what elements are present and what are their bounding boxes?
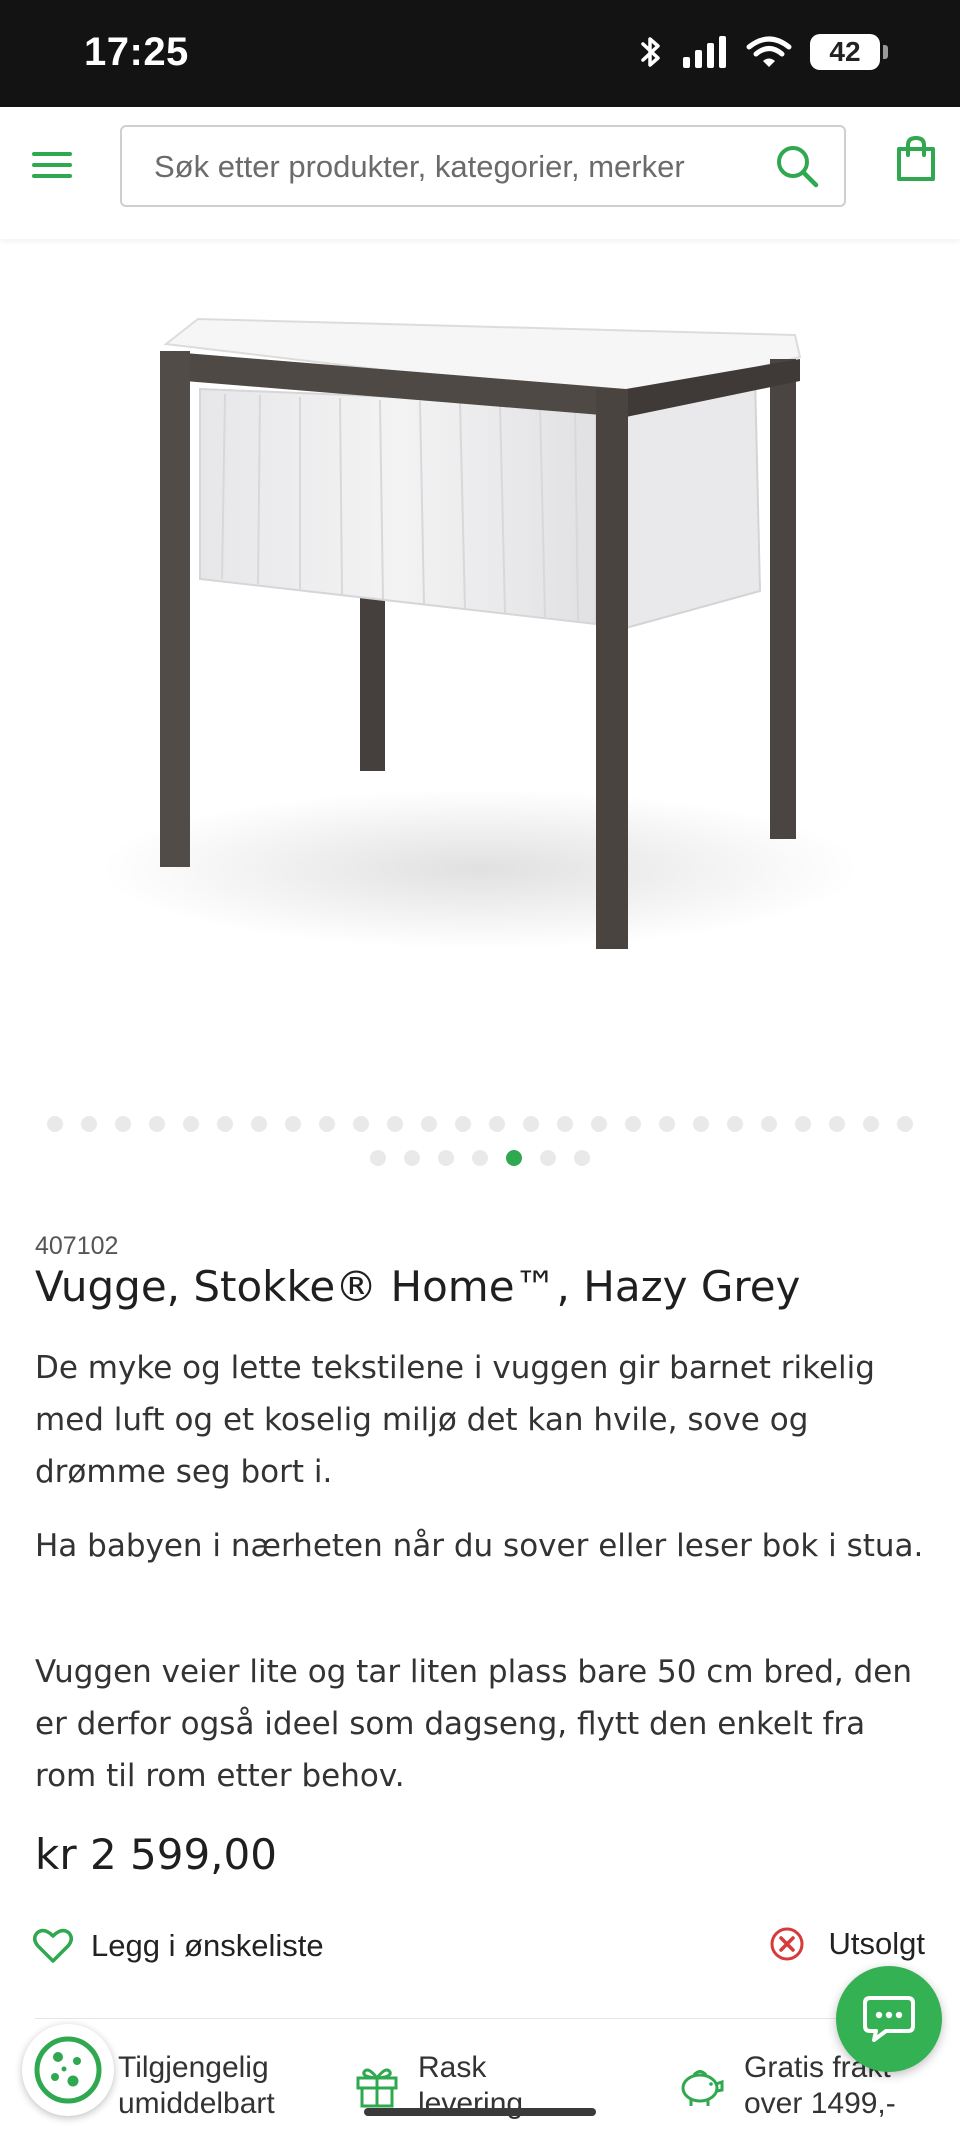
cookie-settings-button[interactable] [22,2024,114,2116]
gallery-dot[interactable] [829,1116,845,1132]
search-input[interactable] [152,127,756,207]
gallery-dot[interactable] [761,1116,777,1132]
shopping-bag-icon[interactable] [894,135,938,183]
gallery-dot[interactable] [183,1116,199,1132]
wishlist-button[interactable]: Legg i ønskeliste [33,1924,324,1968]
wishlist-label: Legg i ønskeliste [91,1928,324,1963]
gallery-dot[interactable] [370,1150,386,1166]
gallery-dot[interactable] [319,1116,335,1132]
gallery-dot[interactable] [81,1116,97,1132]
gallery-dot[interactable] [897,1116,913,1132]
wifi-icon [746,36,792,67]
stock-status: Utsolgt [769,1922,925,1966]
gallery-dot[interactable] [47,1116,63,1132]
bluetooth-icon [641,37,660,67]
gallery-dot[interactable] [404,1150,420,1166]
product-description-3: Vuggen veier lite og tar liten plass bar… [35,1654,912,1794]
gallery-dot[interactable] [557,1116,573,1132]
signal-icon [683,36,726,68]
product-title: Vugge, Stokke® Home™, Hazy Grey [35,1262,801,1311]
chat-icon [863,1996,915,2042]
divider [35,2018,925,2019]
status-time: 17:25 [84,30,189,74]
gallery-dot[interactable] [421,1116,437,1132]
gallery-dot[interactable] [727,1116,743,1132]
gallery-dot[interactable] [149,1116,165,1132]
out-of-stock-icon [770,1927,804,1961]
gallery-dot[interactable] [659,1116,675,1132]
status-bar: 17:25 42 [0,0,960,107]
gallery-dot[interactable] [438,1150,454,1166]
gallery-dot[interactable] [540,1150,556,1166]
stock-status-label: Utsolgt [828,1926,925,1961]
gallery-dot[interactable] [574,1150,590,1166]
battery-indicator: 42 [810,34,888,70]
gallery-dot[interactable] [353,1116,369,1132]
gallery-dot[interactable] [489,1116,505,1132]
usp-available-text: Tilgjengelig umiddelbart [118,2051,275,2120]
heart-icon [33,1928,73,1963]
gallery-dot[interactable] [523,1116,539,1132]
gallery-dot[interactable] [506,1150,522,1166]
product-price: kr 2 599,00 [35,1830,277,1879]
gallery-dot[interactable] [285,1116,301,1132]
gallery-dot[interactable] [472,1150,488,1166]
app-header [0,107,960,239]
gallery-dots-row1 [0,1116,960,1132]
gallery-dot[interactable] [693,1116,709,1132]
gallery-dot[interactable] [863,1116,879,1132]
gallery-dot[interactable] [217,1116,233,1132]
search-icon[interactable] [774,143,820,189]
chat-button[interactable] [836,1966,942,2072]
usp-fast-delivery: Rask levering [354,2050,588,2130]
gallery-dot[interactable] [387,1116,403,1132]
gallery-dot[interactable] [591,1116,607,1132]
gallery-dot[interactable] [251,1116,267,1132]
piggy-bank-icon [681,2070,724,2106]
gallery-dots-row2 [0,1150,960,1166]
search-box [120,125,846,207]
hamburger-menu-icon[interactable] [30,143,74,187]
status-icons: 42 [638,30,888,74]
product-sku: 407102 [35,1232,119,1260]
product-description-1: De myke og lette tekstilene i vuggen gir… [35,1350,875,1490]
gallery-dot[interactable] [795,1116,811,1132]
gallery-dot[interactable] [625,1116,641,1132]
cookie-icon [34,2036,102,2104]
home-indicator [364,2108,596,2116]
product-description-2: Ha babyen i nærheten når du sover eller … [35,1528,924,1564]
gift-icon [356,2068,398,2108]
product-image[interactable] [0,239,960,1099]
gallery-dot[interactable] [455,1116,471,1132]
gallery-dot[interactable] [115,1116,131,1132]
